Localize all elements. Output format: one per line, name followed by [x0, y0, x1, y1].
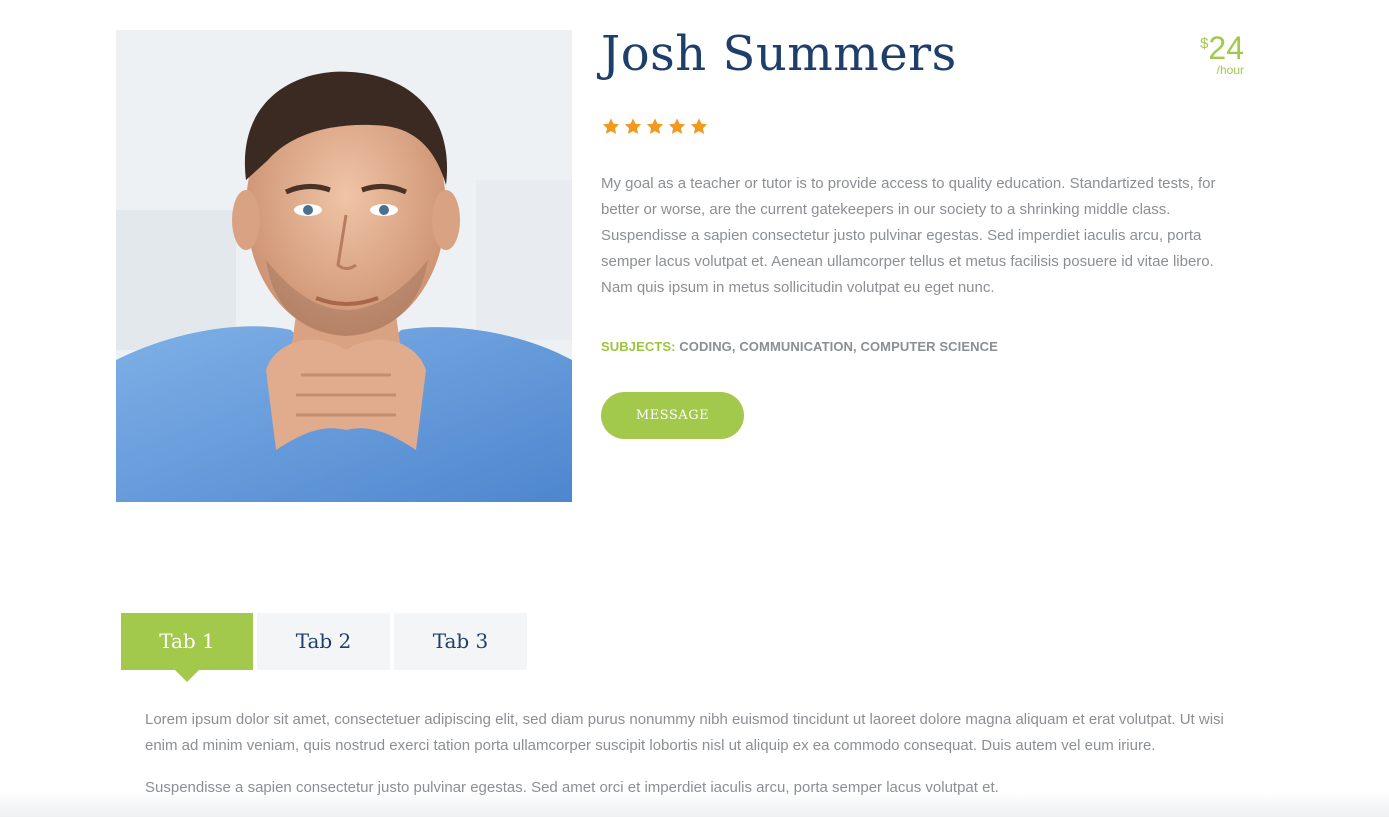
tab-2[interactable]: Tab 2 — [257, 613, 390, 670]
star-icon — [602, 118, 620, 134]
active-tab-pointer — [175, 670, 199, 682]
tab-paragraph-1: Lorem ipsum dolor sit amet, consectetuer… — [145, 711, 1224, 754]
profile-photo — [116, 30, 572, 502]
message-button[interactable]: MESSAGE — [601, 392, 744, 439]
star-icon — [624, 118, 642, 134]
price-amount: 24 — [1208, 30, 1244, 66]
tab-content-panel: Lorem ipsum dolor sit amet, consectetuer… — [145, 707, 1245, 817]
price-unit: /hour — [1216, 63, 1244, 77]
subjects-list: CODING, COMMUNICATION, COMPUTER SCIENCE — [679, 339, 998, 354]
hourly-rate: $24 /hour — [1200, 32, 1244, 76]
tutor-name: Josh Summers — [601, 26, 957, 82]
tab-paragraph-2: Suspendisse a sapien consectetur justo p… — [145, 779, 999, 796]
star-icon — [668, 118, 686, 134]
star-icon — [646, 118, 664, 134]
tab-3[interactable]: Tab 3 — [394, 613, 527, 670]
tutor-bio: My goal as a teacher or tutor is to prov… — [601, 175, 1216, 296]
subjects-label: SUBJECTS: — [601, 339, 676, 354]
price-currency: $ — [1200, 35, 1209, 52]
tab-1[interactable]: Tab 1 — [121, 613, 253, 682]
tab-bar: Tab 1 Tab 2 Tab 3 — [121, 613, 527, 682]
tab-2-label: Tab 2 — [295, 629, 352, 653]
tab-3-label: Tab 3 — [432, 629, 489, 653]
subjects-line: SUBJECTS: CODING, COMMUNICATION, COMPUTE… — [601, 339, 998, 354]
rating-stars — [601, 117, 709, 136]
tab-1-label: Tab 1 — [159, 629, 215, 653]
star-icon — [690, 118, 708, 134]
